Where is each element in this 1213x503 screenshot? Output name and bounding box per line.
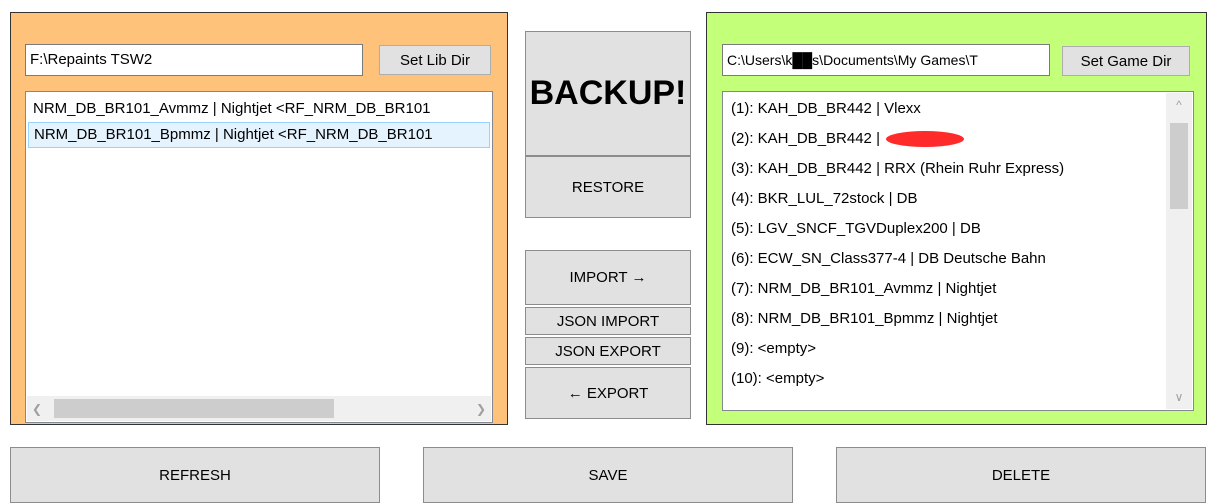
set-lib-dir-button[interactable]: Set Lib Dir <box>379 45 491 75</box>
library-list[interactable]: NRM_DB_BR101_Avmmz | Nightjet <RF_NRM_DB… <box>25 91 493 423</box>
export-button[interactable]: ← EXPORT <box>525 367 691 419</box>
restore-button[interactable]: RESTORE <box>525 156 691 218</box>
slot-item[interactable]: (6): ECW_SN_Class377-4 | DB Deutsche Bah… <box>731 244 1046 274</box>
delete-button[interactable]: DELETE <box>836 447 1206 503</box>
slot-item[interactable]: (3): KAH_DB_BR442 | RRX (Rhein Ruhr Expr… <box>731 154 1064 184</box>
slot-item[interactable]: (4): BKR_LUL_72stock | DB <box>731 184 917 214</box>
backup-button[interactable]: BACKUP! <box>525 31 691 156</box>
scroll-right-icon[interactable]: ❯ <box>471 396 491 421</box>
slot-item[interactable]: (9): <empty> <box>731 334 816 364</box>
slot-label: (2): KAH_DB_BR442 | <box>731 130 885 147</box>
save-button[interactable]: SAVE <box>423 447 793 503</box>
slot-item[interactable]: (5): LGV_SNCF_TGVDuplex200 | DB <box>731 214 981 244</box>
json-import-button[interactable]: JSON IMPORT <box>525 307 691 335</box>
game-panel: C:\Users\k██s\Documents\My Games\T Set G… <box>706 12 1207 425</box>
json-export-button[interactable]: JSON EXPORT <box>525 337 691 365</box>
slot-item[interactable]: (7): NRM_DB_BR101_Avmmz | Nightjet <box>731 274 996 304</box>
scroll-down-icon[interactable]: ∨ <box>1166 385 1192 409</box>
horizontal-scrollbar[interactable]: ❮ ❯ <box>27 396 491 421</box>
scroll-up-icon[interactable]: ^ <box>1166 93 1192 117</box>
scroll-thumb[interactable] <box>54 399 334 418</box>
slot-item[interactable]: (1): KAH_DB_BR442 | Vlexx <box>731 94 921 124</box>
redaction-mark <box>886 131 965 148</box>
set-game-dir-button[interactable]: Set Game Dir <box>1062 46 1190 76</box>
game-slots-list[interactable]: (1): KAH_DB_BR442 | Vlexx (2): KAH_DB_BR… <box>722 91 1194 411</box>
library-list-item[interactable]: NRM_DB_BR101_Avmmz | Nightjet <RF_NRM_DB… <box>28 96 490 122</box>
library-path-input[interactable]: F:\Repaints TSW2 <box>25 44 363 76</box>
slot-item[interactable]: (10): <empty> <box>731 364 824 394</box>
library-panel: F:\Repaints TSW2 Set Lib Dir NRM_DB_BR10… <box>10 12 508 425</box>
slot-item[interactable]: (2): KAH_DB_BR442 | <box>731 124 965 154</box>
import-button[interactable]: IMPORT → <box>525 250 691 305</box>
scroll-thumb[interactable] <box>1170 123 1188 209</box>
library-list-item[interactable]: NRM_DB_BR101_Bpmmz | Nightjet <RF_NRM_DB… <box>28 122 490 148</box>
slot-item[interactable]: (8): NRM_DB_BR101_Bpmmz | Nightjet <box>731 304 997 334</box>
game-path-input[interactable]: C:\Users\k██s\Documents\My Games\T <box>722 44 1050 76</box>
vertical-scrollbar[interactable]: ^ ∨ <box>1166 93 1192 409</box>
scroll-left-icon[interactable]: ❮ <box>27 396 47 421</box>
refresh-button[interactable]: REFRESH <box>10 447 380 503</box>
